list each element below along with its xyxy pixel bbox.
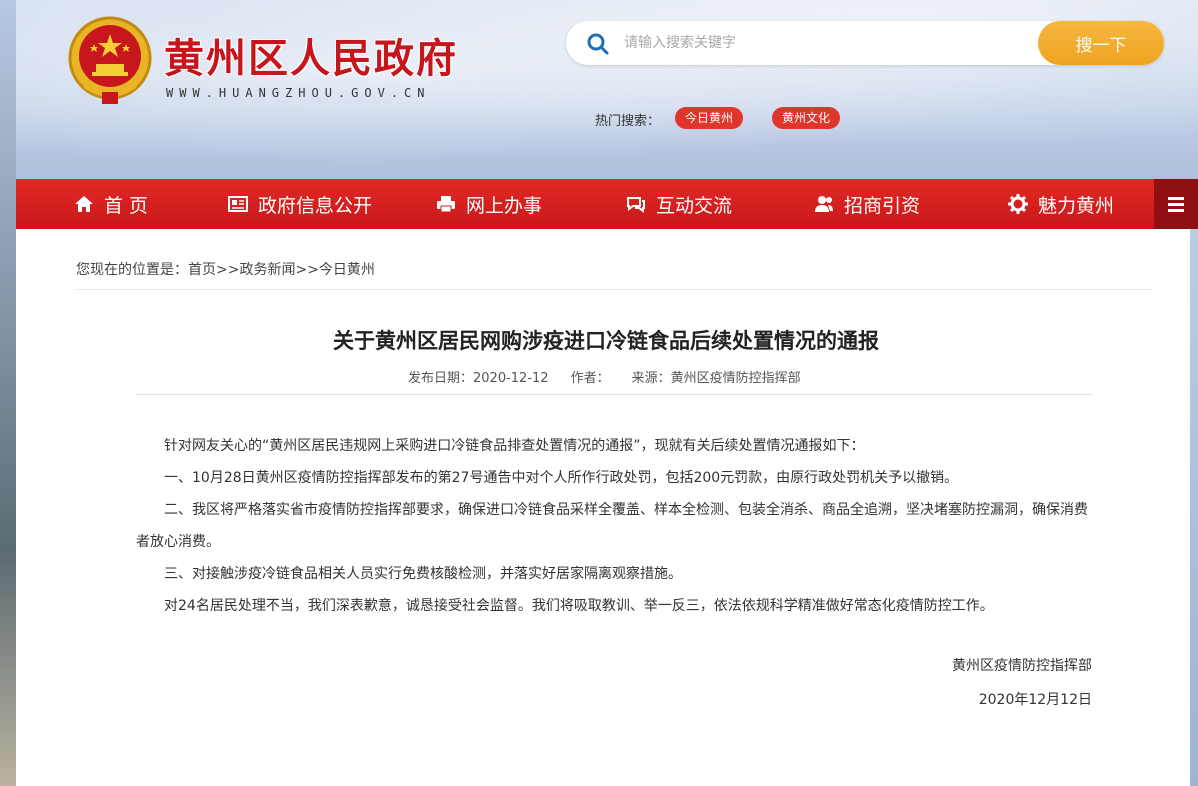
nav-item-investment[interactable]: 招商引资: [814, 179, 920, 229]
gear-icon: [1008, 194, 1028, 214]
article-signer: 黄州区疫情防控指挥部: [952, 658, 1092, 674]
breadcrumb-path[interactable]: 首页>>政务新闻>>今日黄州: [188, 262, 375, 278]
nav-item-charm[interactable]: 魅力黄州: [1008, 179, 1114, 229]
article-paragraph: 一、10月28日黄州区疫情防控指挥部发布的第27号通告中对个人所作行政处罚，包括…: [164, 470, 959, 486]
menu-icon: [1168, 197, 1184, 212]
date-value: 2020-12-12: [473, 371, 549, 386]
nav-more-button[interactable]: [1154, 179, 1198, 229]
author-label: 作者：: [570, 371, 610, 386]
nav-item-gov-info[interactable]: 政府信息公开: [228, 179, 372, 229]
breadcrumb-divider: [76, 289, 1152, 290]
users-icon: [815, 196, 833, 212]
article-paragraph: 三、对接触涉疫冷链食品相关人员实行免费核酸检测，并落实好居家隔离观察措施。: [164, 566, 682, 582]
article-sign-date: 2020年12月12日: [978, 692, 1092, 708]
nav-item-label: 网上办事: [466, 194, 543, 217]
home-icon: [75, 196, 93, 212]
breadcrumb-prefix: 您现在的位置是：: [76, 262, 188, 278]
emblem-icon: [68, 16, 152, 104]
search-icon[interactable]: [586, 32, 610, 56]
hot-tag-today-huangzhou[interactable]: 今日黄州: [675, 107, 744, 129]
source: 来源：黄州区疫情防控指挥部: [632, 367, 801, 386]
article-title: 关于黄州区居民网购涉疫进口冷链食品后续处置情况的通报: [333, 329, 879, 353]
nav-item-label: 首 页: [104, 194, 149, 217]
background-cityscape: [0, 0, 16, 786]
meta-divider: [136, 394, 1092, 395]
source-label: 来源：: [631, 371, 671, 386]
nav-item-online-service[interactable]: 网上办事: [436, 179, 542, 229]
hot-tag-huangzhou-culture[interactable]: 黄州文化: [772, 107, 841, 129]
article-paragraph: 对24名居民处理不当，我们深表歉意，诚恳接受社会监督。我们将吸取教训、举一反三，…: [164, 598, 994, 614]
content-panel: 您现在的位置是：首页>>政务新闻>>今日黄州 关于黄州区居民网购涉疫进口冷链食品…: [16, 229, 1190, 786]
date-label: 发布日期：: [408, 371, 474, 386]
search-input[interactable]: [624, 28, 1024, 58]
article-paragraph: 二、我区将严格落实省市疫情防控指挥部要求，确保进口冷链食品采样全覆盖、样本全检测…: [136, 502, 1088, 550]
nav-item-home[interactable]: 首 页: [74, 179, 148, 229]
nav-item-label: 招商引资: [844, 194, 921, 217]
source-value: 黄州区疫情防控指挥部: [670, 371, 801, 386]
site-title[interactable]: 黄州区人民政府: [164, 26, 458, 84]
chat-icon: [627, 197, 645, 213]
printer-icon: [437, 196, 455, 213]
article-paragraph: 针对网友关心的“黄州区居民违规网上采购进口冷链食品排查处置情况的通报”，现就有关…: [164, 438, 865, 454]
nav-item-label: 政府信息公开: [258, 194, 373, 217]
breadcrumb: 您现在的位置是：首页>>政务新闻>>今日黄州: [76, 259, 375, 279]
site-url: WWW.HUANGZHOU.GOV.CN: [166, 86, 431, 100]
nav-item-interaction[interactable]: 互动交流: [626, 179, 732, 229]
document-icon: [228, 196, 248, 212]
article-meta: 发布日期：2020-12-12 作者： 来源：黄州区疫情防控指挥部: [408, 367, 801, 386]
hot-search-label: 热门搜索：: [595, 114, 661, 129]
nav-item-label: 互动交流: [656, 194, 733, 217]
nav-item-label: 魅力黄州: [1038, 194, 1115, 217]
article-body: 针对网友关心的“黄州区居民违规网上采购进口冷链食品排查处置情况的通报”，现就有关…: [136, 430, 1092, 622]
search-button[interactable]: 搜一下: [1038, 21, 1164, 65]
publish-date: 发布日期：2020-12-12: [408, 367, 549, 386]
